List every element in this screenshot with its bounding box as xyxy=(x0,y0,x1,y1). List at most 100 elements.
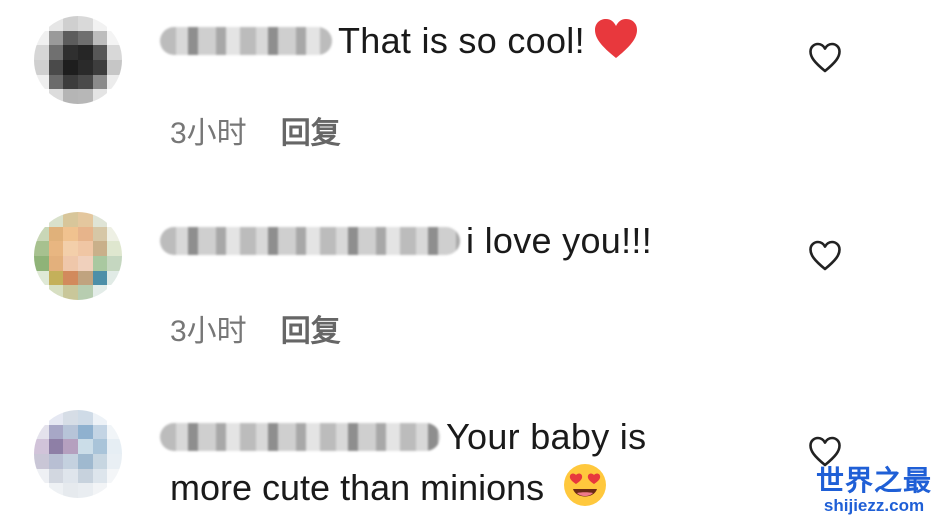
avatar-pixel xyxy=(34,16,49,31)
avatar-pixel xyxy=(63,241,78,256)
avatar-pixel xyxy=(48,285,64,300)
reply-button[interactable]: 回复 xyxy=(281,306,341,350)
avatar-pixel xyxy=(63,226,78,242)
avatar-pixel xyxy=(92,30,108,46)
avatar-pixel xyxy=(78,60,93,75)
avatar-pixel xyxy=(92,410,108,425)
avatar-pixel xyxy=(63,270,78,286)
reply-button[interactable]: 回复 xyxy=(281,108,341,152)
avatar-pixel xyxy=(92,270,108,286)
avatar-pixel xyxy=(107,16,122,31)
avatar-pixel xyxy=(78,424,93,440)
avatar-pixel xyxy=(34,410,49,425)
avatar-pixel xyxy=(48,60,64,75)
avatar-pixel xyxy=(92,241,108,256)
avatar-pixel xyxy=(78,483,93,498)
avatar-pixel xyxy=(92,89,108,104)
avatar-pixel xyxy=(107,454,122,469)
avatar-pixel xyxy=(107,270,122,286)
avatar-pixel xyxy=(78,45,93,60)
avatar-pixel xyxy=(78,439,93,454)
comment-text-continued: more cute than minions xyxy=(170,467,545,509)
avatar-pixel xyxy=(78,212,93,227)
avatar-pixel xyxy=(34,74,49,90)
avatar-pixel xyxy=(48,226,64,242)
avatar-pixel xyxy=(48,212,64,227)
username-blurred[interactable] xyxy=(160,423,440,451)
avatar-pixel xyxy=(107,226,122,242)
avatar-pixel xyxy=(34,483,49,498)
comment-meta: 3小时 回复 xyxy=(170,108,341,152)
avatar-pixel xyxy=(92,45,108,60)
comment-text: That is so cool! xyxy=(338,20,585,61)
avatar-pixel xyxy=(78,89,93,104)
avatar-pixel xyxy=(107,89,122,104)
username-blurred[interactable] xyxy=(160,27,332,55)
avatar-pixel xyxy=(63,285,78,300)
timestamp: 3小时 xyxy=(170,117,247,150)
avatar-pixel xyxy=(34,454,49,469)
avatar-pixel xyxy=(107,285,122,300)
avatar-pixel xyxy=(48,16,64,31)
avatar-pixel xyxy=(63,468,78,484)
avatar-pixel xyxy=(92,285,108,300)
avatar-pixel xyxy=(107,30,122,46)
watermark-url: shijiezz.com xyxy=(823,496,925,515)
avatar-pixel xyxy=(48,270,64,286)
heart-eyes-emoji xyxy=(562,462,608,519)
avatar-pixel xyxy=(34,285,49,300)
comment-text: Your baby is xyxy=(446,416,647,457)
comment-meta: 3小时 回复 xyxy=(170,306,341,350)
avatar-pixel xyxy=(92,439,108,454)
watermark-title: 世界之最 xyxy=(815,465,932,496)
avatar-pixel xyxy=(107,241,122,256)
like-heart-icon[interactable] xyxy=(808,240,842,272)
avatar-pixel xyxy=(34,424,49,440)
avatar-pixel xyxy=(107,60,122,75)
avatar-pixel xyxy=(34,241,49,256)
avatar-pixel xyxy=(48,454,64,469)
like-heart-icon[interactable] xyxy=(808,42,842,74)
like-heart-icon[interactable] xyxy=(808,436,842,468)
avatar-pixel xyxy=(78,74,93,90)
avatar-pixel xyxy=(34,212,49,227)
avatar-pixel xyxy=(107,483,122,498)
avatar-pixel xyxy=(48,410,64,425)
comment-line: That is so cool! xyxy=(160,18,639,64)
avatar-pixel xyxy=(34,60,49,75)
avatar-pixel xyxy=(92,424,108,440)
avatar-pixel xyxy=(78,285,93,300)
avatar-pixel xyxy=(92,454,108,469)
avatar-pixel xyxy=(63,483,78,498)
comment-line-2: more cute than minions xyxy=(170,462,608,519)
avatar-pixel xyxy=(78,241,93,256)
avatar-pixel xyxy=(63,89,78,104)
avatar-pixel xyxy=(92,16,108,31)
avatar-pixel xyxy=(107,410,122,425)
avatar-pixel xyxy=(63,74,78,90)
avatar-pixel xyxy=(107,439,122,454)
avatar-pixel xyxy=(34,45,49,60)
avatar-pixel xyxy=(48,439,64,454)
username-blurred[interactable] xyxy=(160,227,460,255)
avatar-pixel xyxy=(48,424,64,440)
comment-line: Your baby is xyxy=(160,414,646,460)
avatar-pixel xyxy=(107,256,122,271)
avatar[interactable] xyxy=(34,410,122,498)
comment-text: i love you!!! xyxy=(466,220,652,261)
watermark-logo: 世界之最 shijiezz.com xyxy=(814,466,934,516)
avatar[interactable] xyxy=(34,16,122,104)
avatar-pixel xyxy=(92,256,108,271)
red-heart-emoji xyxy=(593,18,639,65)
avatar-pixel xyxy=(48,256,64,271)
avatar-pixel xyxy=(48,74,64,90)
avatar-pixel xyxy=(63,30,78,46)
avatar-pixel xyxy=(48,89,64,104)
avatar-pixel xyxy=(63,45,78,60)
avatar-pixel xyxy=(107,212,122,227)
avatar-pixel xyxy=(63,212,78,227)
avatar-pixel xyxy=(78,16,93,31)
avatar-pixel xyxy=(63,256,78,271)
avatar-pixel xyxy=(92,468,108,484)
avatar[interactable] xyxy=(34,212,122,300)
